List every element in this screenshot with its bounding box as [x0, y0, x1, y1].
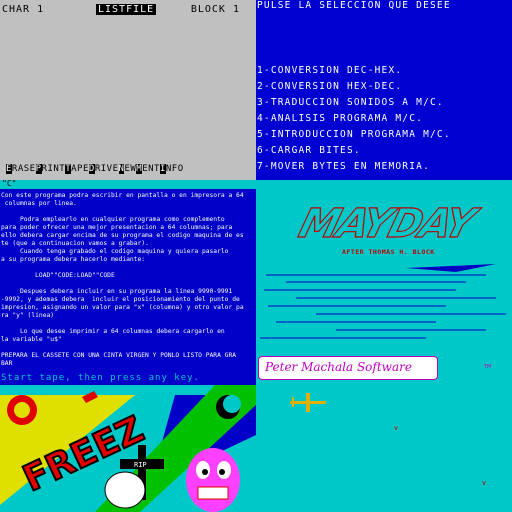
tape-prompt: Start tape, then press any key. [1, 373, 200, 383]
listfile-title: LISTFILE [96, 4, 157, 15]
menu-option-4[interactable]: 4-ANALISIS PROGRAMA M/C. [257, 111, 451, 127]
publisher-credit: Peter Machala Software [258, 356, 438, 380]
marker-v-1: v [394, 424, 398, 432]
menu-erase[interactable]: ERASE [6, 164, 36, 174]
menu-ment[interactable]: MENT [136, 164, 160, 174]
menu-option-5[interactable]: 5-INTRODUCCION PROGRAMA M/C. [257, 127, 451, 143]
monster-teeth [197, 486, 229, 500]
freez-title-screen: FREEZ RIP [0, 385, 256, 512]
snowman-ghost [104, 471, 146, 509]
block-counter: BLOCK 1 [190, 4, 240, 15]
trademark-mark: TM [483, 364, 491, 370]
selection-menu-panel: PULSE LA SELECCION QUE DESEE 1-CONVERSIO… [256, 0, 512, 180]
mayday-logo-art: MAYDAY TM [260, 199, 506, 370]
publisher-name: Peter Machala Software [265, 360, 412, 374]
char-counter: CHAR 1 [2, 4, 45, 15]
listfile-menu-bar: ERASEPRINTTAPEDRIVENEWMENTINFO [6, 164, 184, 174]
menu-option-3[interactable]: 3-TRADUCCION SONIDOS A M/C. [257, 95, 451, 111]
cyan-border-strip: "C" [0, 180, 256, 189]
plane-wings-icon [306, 393, 310, 412]
menu-option-6[interactable]: 6-CARGAR BITES. [257, 143, 451, 159]
menu-info[interactable]: INFO [159, 164, 184, 174]
menu-drive[interactable]: DRIVE [88, 164, 119, 174]
menu-option-2[interactable]: 2-CONVERSION HEX-DEC. [257, 79, 451, 95]
freez-art: FREEZ RIP [0, 385, 256, 512]
mayday-logo: MAYDAY [294, 200, 484, 247]
emulator-screen-grid: CHAR 1 LISTFILE BLOCK 1 ERASEPRINTTAPEDR… [0, 0, 512, 512]
text64-panel: "C" Con este programa podra escribir en … [0, 180, 256, 385]
marker-v-2: v [482, 479, 486, 487]
speed-streaks [260, 274, 506, 339]
menu-print[interactable]: PRINT [35, 164, 66, 174]
menu-option-7[interactable]: 7-MOVER BYTES EN MEMORIA. [257, 159, 451, 175]
listfile-panel: CHAR 1 LISTFILE BLOCK 1 ERASEPRINTTAPEDR… [0, 0, 256, 180]
selection-heading: PULSE LA SELECCION QUE DESEE [257, 0, 451, 11]
mayday-title-screen: MAYDAY TM AFTER THOMAS H. BLOCK Peter Ma… [256, 180, 512, 385]
menu-tape[interactable]: TAPE [65, 164, 89, 174]
mayday-byline: AFTER THOMAS H. BLOCK [342, 248, 435, 256]
pink-monster [186, 448, 240, 512]
moon-crescent-icon [223, 395, 241, 413]
plane-wing-icon [406, 264, 496, 272]
menu-option-1[interactable]: 1-CONVERSION DEC-HEX. [257, 63, 451, 79]
game-field-art: v v [290, 393, 486, 487]
sun-core-icon [14, 402, 30, 418]
menu-new[interactable]: NEW [118, 164, 137, 174]
rip-label: RIP [134, 461, 147, 469]
selection-list: 1-CONVERSION DEC-HEX. 2-CONVERSION HEX-D… [257, 63, 451, 175]
strip-label: "C" [2, 180, 17, 188]
instructions-text: Con este programa podra escribir en pant… [1, 192, 244, 367]
empty-game-field: v v [256, 385, 512, 512]
